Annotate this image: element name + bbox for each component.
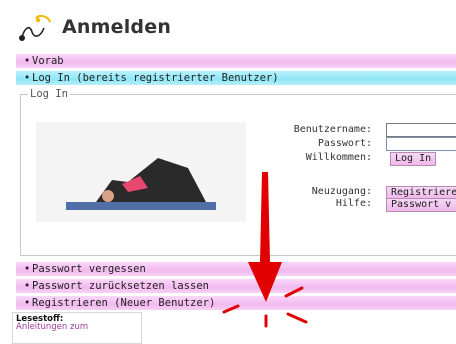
- password-field[interactable]: [386, 137, 456, 151]
- section-label: Log In (bereits registrierter Benutzer): [32, 72, 279, 84]
- section-login[interactable]: • Log In (bereits registrierter Benutzer…: [16, 71, 456, 85]
- reading-link[interactable]: Anleitungen zum: [16, 322, 88, 332]
- bullet-icon: •: [24, 55, 31, 67]
- help-label: Hilfe:: [335, 198, 372, 209]
- login-button[interactable]: Log In: [390, 152, 437, 166]
- bullet-icon: •: [24, 263, 31, 275]
- username-field[interactable]: [386, 123, 456, 137]
- section-label: Passwort vergessen: [32, 263, 146, 275]
- password-help-button[interactable]: Passwort v: [386, 198, 456, 212]
- bullet-icon: •: [24, 297, 31, 309]
- section-label: Registrieren (Neuer Benutzer): [32, 297, 216, 309]
- bullet-icon: •: [24, 280, 31, 292]
- newaccess-label: Neuzugang:: [311, 186, 372, 197]
- section-vorab[interactable]: • Vorab: [16, 54, 456, 68]
- username-label: Benutzername:: [293, 124, 372, 135]
- yoga-pose-image: [36, 122, 246, 222]
- section-password-reset[interactable]: • Passwort zurücksetzen lassen: [16, 279, 456, 293]
- page-title: Anmelden: [62, 16, 172, 38]
- welcome-label: Willkommen:: [305, 152, 372, 163]
- section-register[interactable]: • Registrieren (Neuer Benutzer): [16, 296, 456, 310]
- page-header: Anmelden: [0, 0, 456, 48]
- spiral-logo-icon: [19, 14, 51, 41]
- login-legend: Log In: [28, 88, 70, 100]
- section-password-forgot[interactable]: • Passwort vergessen: [16, 262, 456, 276]
- section-label: Passwort zurücksetzen lassen: [32, 280, 210, 292]
- section-label: Vorab: [32, 55, 64, 67]
- bullet-icon: •: [24, 72, 31, 84]
- password-label: Passwort:: [317, 138, 372, 149]
